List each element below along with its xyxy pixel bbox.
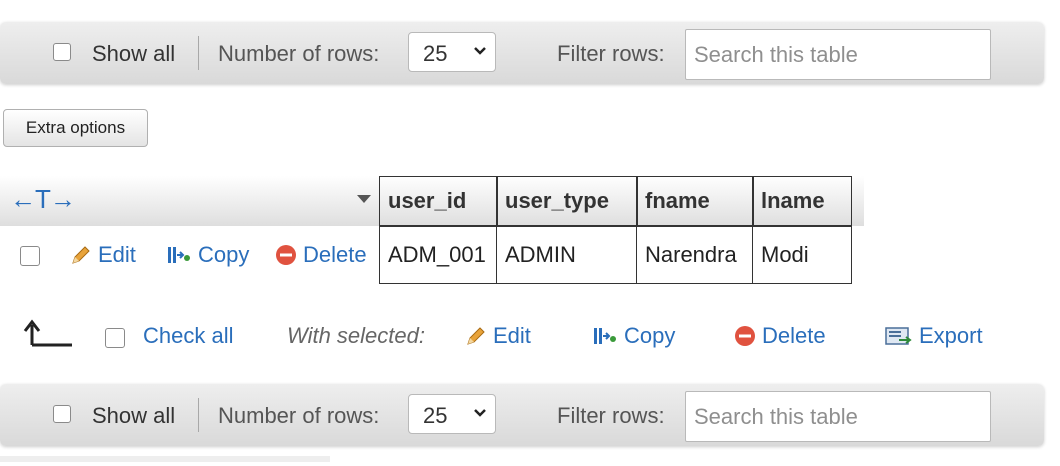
- search-input[interactable]: [685, 391, 991, 442]
- bulk-copy-label: Copy: [624, 323, 676, 348]
- column-header-fname[interactable]: fname: [636, 176, 754, 226]
- show-all-label[interactable]: Show all: [92, 403, 175, 429]
- cell-user-type[interactable]: ADMIN: [496, 226, 638, 284]
- bulk-copy-button[interactable]: Copy: [592, 323, 675, 349]
- bulk-delete-button[interactable]: Delete: [734, 323, 826, 349]
- results-table: ←T→ user_id user_type fname lname Edit C…: [0, 176, 1060, 286]
- rows-select-value: 25: [423, 403, 448, 428]
- column-header-user-id[interactable]: user_id: [379, 176, 498, 226]
- show-all-checkbox[interactable]: [53, 43, 71, 61]
- show-all-label[interactable]: Show all: [92, 41, 175, 67]
- separator: [198, 398, 199, 432]
- bulk-export-label: Export: [919, 323, 983, 348]
- bottom-table-navigation: Show all Number of rows: 25 Filter rows:: [0, 384, 1044, 446]
- extra-options-button[interactable]: Extra options: [3, 109, 148, 147]
- cell-lname[interactable]: Modi: [752, 226, 852, 284]
- row-checkbox[interactable]: [20, 246, 40, 266]
- rows-label: Number of rows:: [218, 403, 380, 428]
- chevron-down-icon: [474, 47, 486, 55]
- with-selected-label: With selected:: [287, 323, 425, 348]
- bulk-edit-label: Edit: [493, 323, 531, 348]
- show-all-checkbox[interactable]: [53, 405, 71, 423]
- pencil-icon: [72, 246, 90, 264]
- triangle-down-icon[interactable]: [356, 194, 372, 204]
- row-copy-link[interactable]: Copy: [166, 242, 249, 268]
- row-copy-label: Copy: [198, 242, 250, 267]
- check-all-checkbox[interactable]: [105, 328, 125, 348]
- row-delete-label: Delete: [303, 242, 367, 267]
- row-delete-link[interactable]: Delete: [275, 242, 367, 268]
- check-all-label[interactable]: Check all: [143, 323, 233, 349]
- column-sort-arrows[interactable]: ←T→: [10, 184, 76, 215]
- bulk-actions-bar: Check all With selected: Edit Copy Delet…: [0, 305, 1060, 365]
- rows-select[interactable]: 25: [408, 32, 496, 72]
- rows-select[interactable]: 25: [408, 394, 496, 434]
- search-input[interactable]: [685, 29, 991, 80]
- cell-fname[interactable]: Narendra: [636, 226, 754, 284]
- row-edit-label: Edit: [98, 242, 136, 267]
- chevron-down-icon: [474, 409, 486, 417]
- column-header-lname[interactable]: lname: [752, 176, 852, 226]
- rows-select-value: 25: [423, 41, 448, 66]
- decorative-strip: [0, 456, 330, 462]
- export-icon: [885, 327, 912, 345]
- separator: [198, 36, 199, 70]
- column-header-user-type[interactable]: user_type: [496, 176, 638, 226]
- filter-label: Filter rows:: [557, 41, 665, 66]
- arrow-up-icon: [23, 319, 72, 347]
- delete-icon: [276, 245, 296, 265]
- bulk-delete-label: Delete: [762, 323, 826, 348]
- pencil-icon: [467, 327, 485, 345]
- bulk-edit-button[interactable]: Edit: [465, 323, 531, 349]
- copy-icon: [594, 328, 616, 344]
- filter-label: Filter rows:: [557, 403, 665, 428]
- copy-icon: [168, 247, 190, 263]
- bulk-export-button[interactable]: Export: [885, 323, 983, 349]
- rows-label: Number of rows:: [218, 41, 380, 66]
- row-edit-link[interactable]: Edit: [70, 242, 136, 268]
- delete-icon: [735, 326, 755, 346]
- cell-user-id[interactable]: ADM_001: [379, 226, 498, 284]
- top-table-navigation: Show all Number of rows: 25 Filter rows:: [0, 22, 1044, 84]
